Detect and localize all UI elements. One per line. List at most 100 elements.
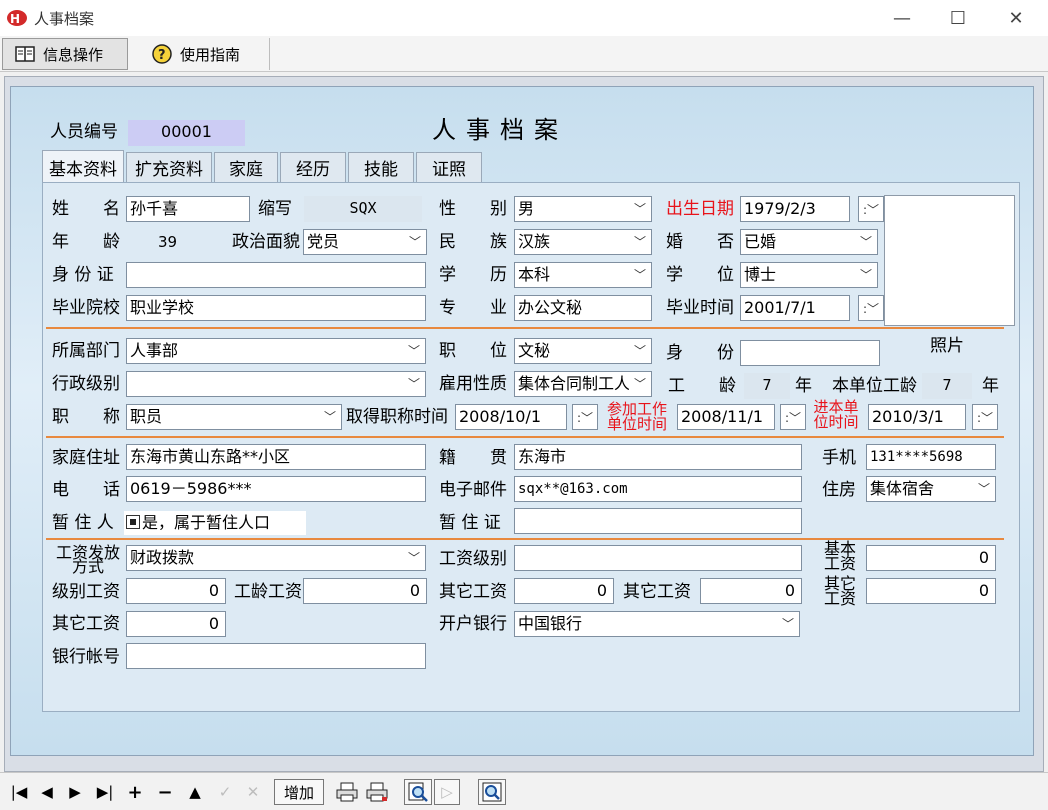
join-date-field[interactable]: 2008/11/1: [677, 404, 775, 430]
tab-skills[interactable]: 技能: [348, 152, 414, 182]
other-salary-4-field[interactable]: 0: [126, 611, 226, 637]
preview-button[interactable]: [404, 779, 432, 805]
chevron-down-icon[interactable]: ﹀: [404, 230, 426, 254]
temp-label: 暂 住 人: [52, 513, 114, 533]
chevron-down-icon[interactable]: ﹀: [629, 230, 651, 254]
birth-field[interactable]: 1979/2/3: [740, 196, 850, 222]
abbr-field[interactable]: SQX: [304, 196, 422, 222]
temp-checkbox[interactable]: 是，属于暂住人口: [124, 511, 306, 535]
housing-select[interactable]: 集体宿舍 ﹀: [866, 476, 996, 502]
degree-select[interactable]: 博士 ﹀: [740, 262, 878, 288]
photo-box[interactable]: [884, 195, 1015, 326]
birth-label: 出生日期: [666, 199, 734, 219]
search-button[interactable]: [478, 779, 506, 805]
edit-record-icon[interactable]: ▲: [184, 779, 206, 805]
temp-cert-field[interactable]: [514, 508, 802, 534]
name-field[interactable]: 孙千喜: [126, 196, 250, 222]
close-button[interactable]: ✕: [994, 4, 1038, 32]
chevron-down-icon[interactable]: ﹀: [403, 339, 425, 363]
tab-family[interactable]: 家庭: [214, 152, 278, 182]
work-years-field[interactable]: 7: [744, 373, 790, 399]
calendar-dropdown-icon: :﹀: [576, 410, 594, 425]
tab-certificates[interactable]: 证照: [416, 152, 482, 182]
pay-method-select[interactable]: 财政拨款 ﹀: [126, 545, 426, 571]
mobile-field[interactable]: 131****5698: [866, 444, 996, 470]
chevron-down-icon[interactable]: ﹀: [403, 546, 425, 570]
major-label: 专 业: [439, 298, 507, 318]
enter-date-field[interactable]: 2010/3/1: [868, 404, 966, 430]
sex-select[interactable]: 男 ﹀: [514, 196, 652, 222]
base-salary-field[interactable]: 0: [866, 545, 996, 571]
post-select[interactable]: 文秘 ﹀: [514, 338, 652, 364]
chevron-down-icon[interactable]: ﹀: [973, 477, 995, 501]
grad-date-picker[interactable]: :﹀: [858, 295, 884, 321]
other-salary-1-field[interactable]: 0: [514, 578, 614, 604]
first-record-icon[interactable]: |◀: [8, 779, 30, 805]
chevron-down-icon[interactable]: ﹀: [855, 263, 877, 287]
staff-no-field[interactable]: 00001: [128, 120, 245, 146]
cancel-edit-icon[interactable]: ✕: [242, 779, 264, 805]
printer-setup-icon: [366, 782, 388, 802]
temp-cert-label: 暂 住 证: [439, 513, 501, 533]
chevron-down-icon[interactable]: ﹀: [855, 230, 877, 254]
seniority-salary-field[interactable]: 0: [303, 578, 427, 604]
delete-record-icon[interactable]: −: [154, 779, 176, 805]
marital-select[interactable]: 已婚 ﹀: [740, 229, 878, 255]
id-field[interactable]: [126, 262, 426, 288]
bank-select[interactable]: 中国银行 ﹀: [514, 611, 800, 637]
post-edit-icon[interactable]: ✓: [214, 779, 236, 805]
status-label: 身 份: [666, 343, 734, 363]
checkbox-icon[interactable]: [126, 514, 140, 529]
tab-basic[interactable]: 基本资料: [42, 150, 124, 183]
ethnic-select[interactable]: 汉族 ﹀: [514, 229, 652, 255]
chevron-down-icon[interactable]: ﹀: [629, 197, 651, 221]
chevron-down-icon[interactable]: ﹀: [629, 372, 651, 396]
chevron-down-icon[interactable]: ﹀: [403, 372, 425, 396]
employ-select[interactable]: 集体合同制工人 ﹀: [514, 371, 652, 397]
print-setup-icon[interactable]: [364, 779, 390, 805]
address-field[interactable]: 东海市黄山东路**小区: [126, 444, 426, 470]
admin-select[interactable]: ﹀: [126, 371, 426, 397]
title-date-field[interactable]: 2008/10/1: [455, 404, 567, 430]
school-field[interactable]: 职业学校: [126, 295, 426, 321]
birth-date-picker[interactable]: :﹀: [858, 196, 884, 222]
tab-extended[interactable]: 扩充资料: [126, 152, 212, 182]
other-salary-3-field[interactable]: 0: [866, 578, 996, 604]
maximize-button[interactable]: ☐: [936, 4, 980, 32]
play-button[interactable]: ▷: [434, 779, 460, 805]
grad-field[interactable]: 2001/7/1: [740, 295, 850, 321]
title-date-picker[interactable]: :﹀: [572, 404, 598, 430]
housing-label: 住房: [822, 480, 856, 500]
political-select[interactable]: 党员 ﹀: [303, 229, 427, 255]
phone-field[interactable]: 0619－5986***: [126, 476, 426, 502]
edu-select[interactable]: 本科 ﹀: [514, 262, 652, 288]
last-record-icon[interactable]: ▶|: [92, 779, 118, 805]
tab-experience[interactable]: 经历: [280, 152, 346, 182]
prev-record-icon[interactable]: ◀: [36, 779, 58, 805]
major-field[interactable]: 办公文秘: [514, 295, 652, 321]
title-select[interactable]: 职员 ﹀: [126, 404, 342, 430]
enter-date-picker[interactable]: :﹀: [972, 404, 998, 430]
menu-guide[interactable]: ? 使用指南: [140, 38, 270, 70]
dept-select[interactable]: 人事部 ﹀: [126, 338, 426, 364]
add-button[interactable]: 增加: [274, 779, 324, 805]
chevron-down-icon[interactable]: ﹀: [629, 339, 651, 363]
status-field[interactable]: [740, 340, 880, 366]
title-value: 职员: [130, 407, 163, 426]
account-field[interactable]: [126, 643, 426, 669]
grade-field[interactable]: [514, 545, 802, 571]
chevron-down-icon[interactable]: ﹀: [319, 405, 341, 429]
other-salary-2-field[interactable]: 0: [700, 578, 802, 604]
native-field[interactable]: 东海市: [514, 444, 802, 470]
minimize-button[interactable]: —: [880, 4, 924, 32]
join-date-picker[interactable]: :﹀: [780, 404, 806, 430]
unit-years-field[interactable]: 7: [922, 373, 972, 399]
print-icon[interactable]: [334, 779, 360, 805]
chevron-down-icon[interactable]: ﹀: [629, 263, 651, 287]
chevron-down-icon[interactable]: ﹀: [777, 612, 799, 636]
email-field[interactable]: sqx**@163.com: [514, 476, 802, 502]
next-record-icon[interactable]: ▶: [64, 779, 86, 805]
menu-info-ops[interactable]: 信息操作: [2, 38, 128, 70]
add-record-icon[interactable]: +: [124, 779, 146, 805]
level-salary-field[interactable]: 0: [126, 578, 226, 604]
